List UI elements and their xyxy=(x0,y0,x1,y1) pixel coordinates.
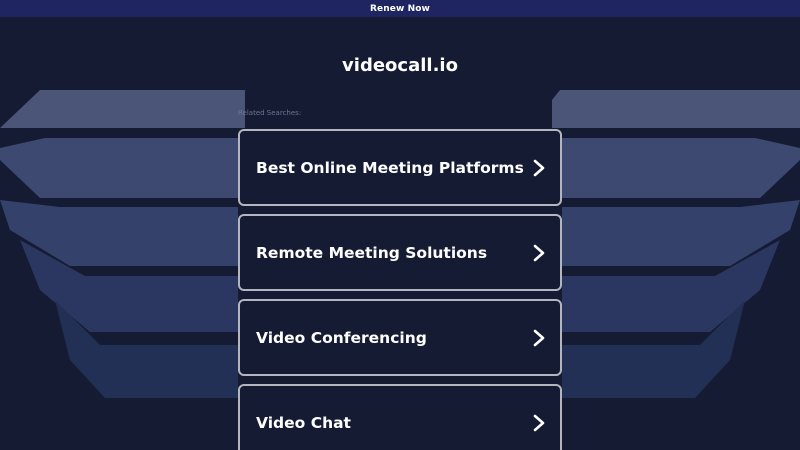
related-search-label: Video Chat xyxy=(256,413,351,432)
related-search-video-chat[interactable]: Video Chat xyxy=(238,384,562,450)
chevron-right-icon xyxy=(532,244,546,262)
related-search-label: Remote Meeting Solutions xyxy=(256,243,488,262)
related-searches-label: Related Searches: xyxy=(238,109,302,117)
related-search-label: Video Conferencing xyxy=(256,328,427,347)
related-search-best-online-meeting-platforms[interactable]: Best Online Meeting Platforms xyxy=(238,129,562,206)
related-search-remote-meeting-solutions[interactable]: Remote Meeting Solutions xyxy=(238,214,562,291)
domain-name-title: videocall.io xyxy=(342,55,458,76)
related-searches-list: Best Online Meeting Platforms Remote Mee… xyxy=(238,129,562,450)
right-wing-stripe-1 xyxy=(552,90,800,128)
related-search-video-conferencing[interactable]: Video Conferencing xyxy=(238,299,562,376)
left-wing-stripe-2 xyxy=(0,138,238,198)
renew-now-link[interactable]: Renew Now xyxy=(370,4,430,14)
related-search-label: Best Online Meeting Platforms xyxy=(256,158,524,177)
chevron-right-icon xyxy=(532,329,546,347)
renew-now-banner[interactable]: Renew Now xyxy=(0,0,800,17)
chevron-right-icon xyxy=(532,414,546,432)
parked-domain-page: Renew Now videocall.io Related Searches:… xyxy=(0,0,800,450)
chevron-right-icon xyxy=(532,159,546,177)
left-wing-stripe-1 xyxy=(0,90,245,128)
right-wing-stripe-2 xyxy=(562,138,800,198)
